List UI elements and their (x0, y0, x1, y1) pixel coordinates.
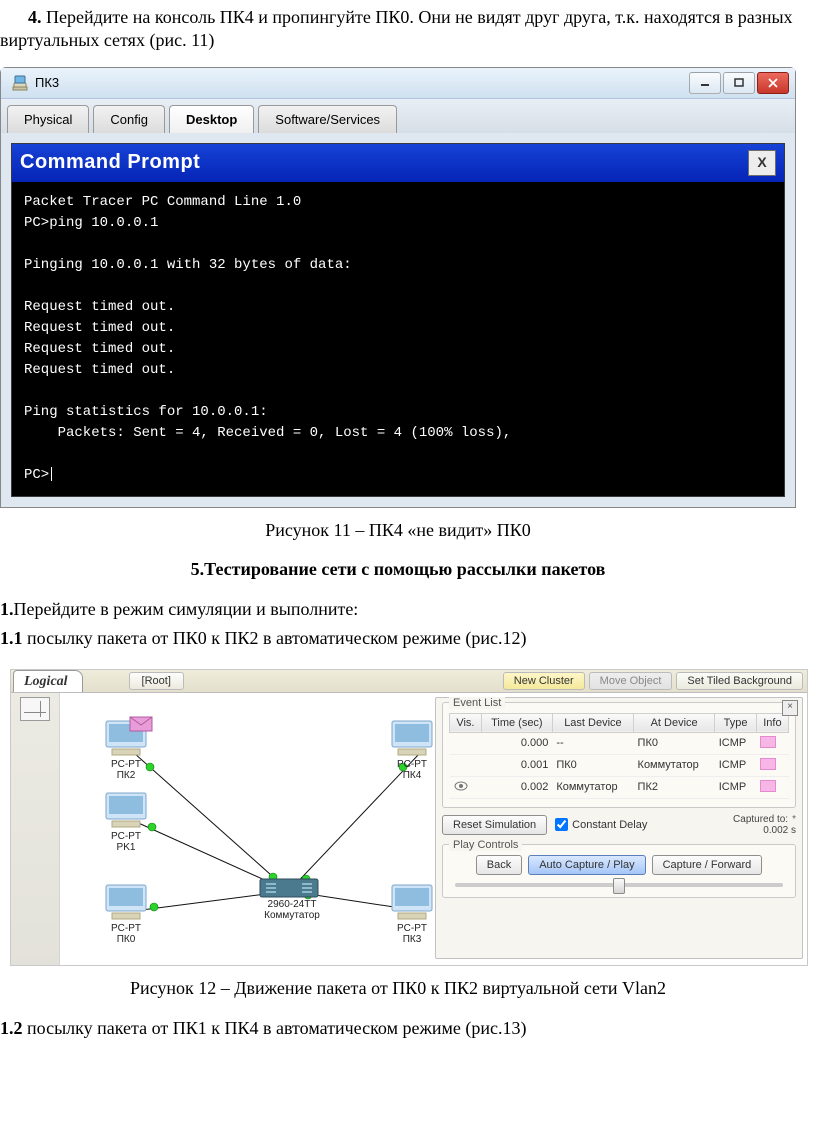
fig11-caption: Рисунок 11 – ПК4 «не видит» ПК0 (0, 520, 796, 541)
col-at-device[interactable]: At Device (634, 713, 715, 732)
step1-1-text: посылку пакета от ПК0 к ПК2 в автоматиче… (23, 628, 527, 648)
app-icon (11, 74, 29, 92)
captured-to-label: Captured to:* 0.002 s (733, 814, 796, 836)
step4-text: Перейдите на консоль ПК4 и пропингуйте П… (0, 7, 793, 50)
info-color-swatch (760, 758, 776, 770)
breadcrumb-root[interactable]: [Root] (129, 672, 184, 690)
step4-paragraph: 4. Перейдите на консоль ПК4 и пропингуйт… (0, 6, 796, 53)
new-cluster-button[interactable]: New Cluster (503, 672, 585, 690)
label-pk0: PC-PTПК0 (98, 923, 154, 946)
constant-delay-input[interactable] (555, 818, 568, 831)
back-button[interactable]: Back (476, 855, 522, 875)
command-prompt-title: Command Prompt (20, 151, 200, 174)
step1-2-text: посылку пакета от ПК1 к ПК4 в автоматиче… (23, 1018, 527, 1038)
event-list-table: Vis. Time (sec) Last Device At Device Ty… (449, 713, 789, 799)
step1-1-prefix: 1.1 (0, 628, 23, 648)
move-object-button[interactable]: Move Object (589, 672, 673, 690)
step1-paragraph: 1.Перейдите в режим симуляции и выполнит… (0, 598, 796, 621)
capture-forward-button[interactable]: Capture / Forward (652, 855, 763, 875)
step1-prefix: 1. (0, 599, 14, 619)
tab-strip: Physical Config Desktop Software/Service… (1, 99, 795, 133)
col-last-device[interactable]: Last Device (552, 713, 633, 732)
col-time[interactable]: Time (sec) (481, 713, 552, 732)
tab-software-services[interactable]: Software/Services (258, 105, 397, 133)
command-prompt-window: Command Prompt X Packet Tracer PC Comman… (11, 143, 785, 497)
tab-config[interactable]: Config (93, 105, 165, 133)
col-type[interactable]: Type (715, 713, 757, 732)
command-prompt-close-button[interactable]: X (748, 150, 776, 176)
close-button[interactable] (757, 72, 789, 94)
label-pk3: PC-PTПК3 (384, 923, 440, 946)
set-tiled-background-button[interactable]: Set Tiled Background (676, 672, 803, 690)
step1-2-paragraph: 1.2 посылку пакета от ПК1 к ПК4 в автома… (0, 1017, 796, 1040)
label-switch: 2960-24TTКоммутатор (256, 899, 328, 922)
constant-delay-checkbox[interactable]: Constant Delay (555, 818, 647, 831)
fig12-packet-tracer: Logical [Root] New Cluster Move Object S… (10, 669, 808, 966)
auto-capture-play-button[interactable]: Auto Capture / Play (528, 855, 645, 875)
window-titlebar: ПК3 (1, 68, 795, 99)
table-row[interactable]: 0.001 ПК0 Коммутатор ICMP (450, 754, 789, 776)
info-color-swatch (760, 780, 776, 792)
label-pk1: PC-PTPK1 (98, 831, 154, 854)
panel-close-button[interactable]: × (782, 700, 798, 716)
fig11-window: ПК3 Physical Config Desktop Software/Ser… (0, 67, 796, 508)
tab-physical[interactable]: Physical (7, 105, 89, 133)
col-info[interactable]: Info (756, 713, 788, 732)
command-prompt-output[interactable]: Packet Tracer PC Command Line 1.0 PC>pin… (12, 182, 784, 496)
simulation-panel: × Event List Vis. Time (sec) Last Device… (435, 697, 803, 959)
col-vis[interactable]: Vis. (450, 713, 482, 732)
label-pk2: PC-PTПК2 (98, 759, 154, 782)
table-row[interactable]: 0.002 Коммутатор ПК2 ICMP (450, 776, 789, 798)
table-row[interactable]: 0.000 -- ПК0 ICMP (450, 732, 789, 754)
window-title: ПК3 (35, 75, 689, 90)
logical-tab[interactable]: Logical (13, 670, 83, 692)
play-controls-label: Play Controls (449, 839, 522, 851)
reset-simulation-button[interactable]: Reset Simulation (442, 815, 547, 835)
fig12-caption: Рисунок 12 – Движение пакета от ПК0 к ПК… (0, 978, 796, 999)
maximize-button[interactable] (723, 72, 755, 94)
step1-text: Перейдите в режим симуляции и выполните: (14, 599, 359, 619)
speed-slider[interactable] (455, 883, 783, 887)
event-list-label: Event List (449, 697, 505, 709)
step1-2-prefix: 1.2 (0, 1018, 23, 1038)
navigation-stub (11, 693, 60, 965)
step1-1-paragraph: 1.1 посылку пакета от ПК0 к ПК2 в автома… (0, 627, 796, 650)
minimize-button[interactable] (689, 72, 721, 94)
section5-heading: 5.Тестирование сети с помощью рассылки п… (0, 559, 796, 580)
info-color-swatch (760, 736, 776, 748)
navigator-icon[interactable] (20, 697, 50, 721)
eye-icon (450, 776, 482, 798)
slider-thumb[interactable] (613, 878, 625, 894)
tab-desktop[interactable]: Desktop (169, 105, 254, 133)
step4-number: 4. (28, 7, 42, 27)
label-pk4: PC-PTПК4 (384, 759, 440, 782)
